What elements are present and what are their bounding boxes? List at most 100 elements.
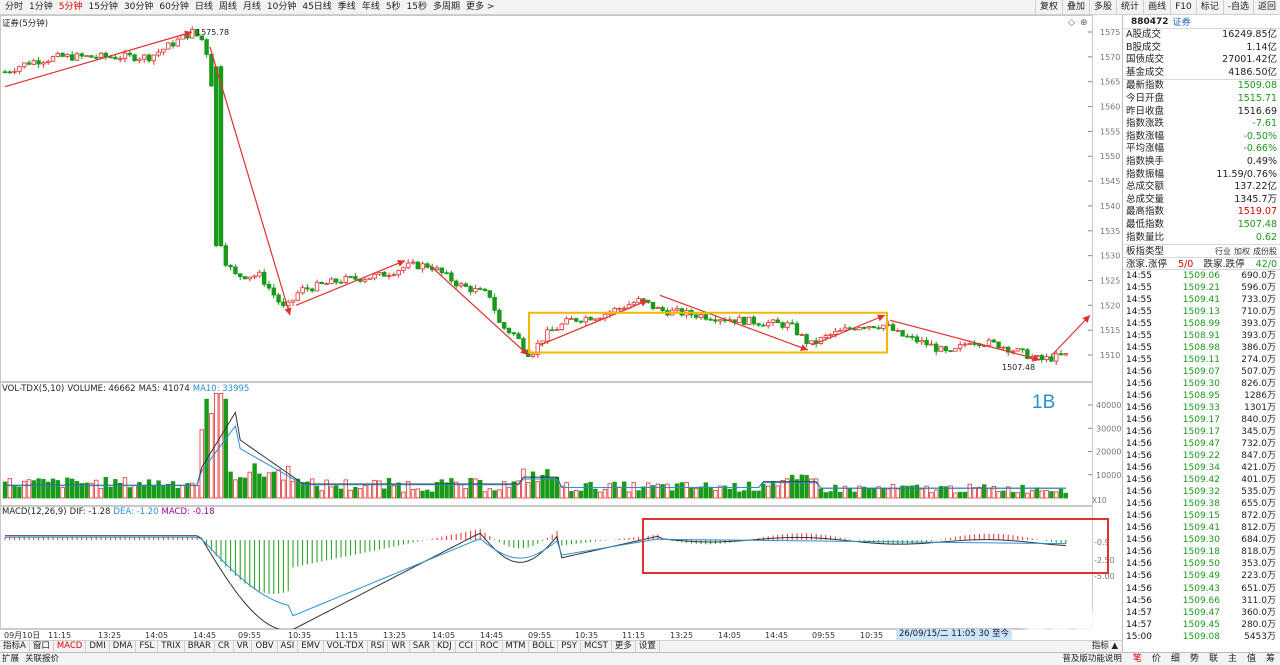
zoom-icon[interactable]: ⊕ [1080,18,1088,28]
board-link-1[interactable]: 加权 [1234,247,1250,256]
tick-list[interactable]: 14:55 1509.06 690.0万 14:55 1509.21 596.0万 14:5… [1123,270,1280,642]
indicator-tab-19[interactable]: ROC [477,641,503,652]
period-tab-1[interactable]: 1分钟 [26,0,56,15]
diamond-icon[interactable]: ◇ [1068,18,1075,28]
status-button-3[interactable]: 势 [1185,653,1204,665]
quote-value: 4186.50亿 [1228,66,1277,78]
tool-button-6[interactable]: 标记 [1195,0,1223,15]
indicator-tab-4[interactable]: DMA [110,641,137,652]
tool-button-1[interactable]: 叠加 [1062,0,1089,15]
volume-bar [775,485,780,499]
period-tab-8[interactable]: 月线 [240,0,264,15]
volume-chart[interactable]: 40000 30000 20000 10000 [0,382,1122,506]
period-tab-2[interactable]: 5分钟 [56,0,86,15]
period-tab-7[interactable]: 周线 [216,0,240,15]
indicator-tab-2[interactable]: MACD [54,641,87,652]
indicator-tab-8[interactable]: CR [215,641,234,652]
volume-bar [7,478,12,499]
indicator-tab-13[interactable]: VOL-TDX [324,641,368,652]
indicator-tab-15[interactable]: WR [388,641,410,652]
macd-histogram [4,528,1067,595]
candle-body [189,29,195,39]
candle-body [919,339,924,343]
indicator-tab-16[interactable]: SAR [410,641,434,652]
status-left-item-0[interactable]: 扩展 [2,653,19,665]
tick-row: 14:55 1509.06 690.0万 [1123,270,1280,282]
period-tab-3[interactable]: 15分钟 [85,0,120,15]
volume-bar [1025,492,1030,499]
status-button-2[interactable]: 细 [1166,653,1185,665]
period-tab-12[interactable]: 年线 [359,0,383,15]
indicator-tab-12[interactable]: EMV [298,641,324,652]
period-tab-11[interactable]: 季线 [335,0,359,15]
indicator-tab-18[interactable]: CCI [456,641,477,652]
indicator-tab-24[interactable]: 更多 [612,641,636,652]
status-button-1[interactable]: 价 [1147,653,1166,665]
period-tab-16[interactable]: 更多 > [463,0,497,15]
tool-button-5[interactable]: F10 [1170,0,1196,15]
index-name[interactable]: 证券 [1173,15,1191,28]
macd-chart[interactable]: -0.9-2.50-5.00 [0,506,1122,629]
candle-body [458,283,464,287]
volume-bar [521,468,526,499]
indicator-tab-0[interactable]: 指标A [0,641,30,652]
candle-body [799,334,804,336]
feature-guide-link[interactable]: 普及版功能说明 [1056,653,1128,665]
tool-button-2[interactable]: 多股 [1089,0,1116,15]
indicator-tab-5[interactable]: FSL [136,641,159,652]
tool-button-4[interactable]: 画线 [1143,0,1170,15]
tool-button-3[interactable]: 统计 [1116,0,1143,15]
indicator-tab-9[interactable]: VR [234,641,253,652]
tool-button-0[interactable]: 复权 [1035,0,1062,15]
indicator-tab-14[interactable]: RSI [368,641,389,652]
quote-label: 指数振幅 [1126,168,1165,180]
indicator-tab-25[interactable]: 设置 [636,641,660,652]
indicator-tab-6[interactable]: TRIX [158,641,185,652]
candle-body [141,54,147,60]
period-tab-15[interactable]: 多周期 [430,0,463,15]
candle-body [444,272,449,275]
period-tab-6[interactable]: 日线 [192,0,216,15]
indicator-tab-10[interactable]: OBV [252,641,278,652]
indicator-tab-7[interactable]: BRAR [185,641,215,652]
tool-button-7[interactable]: -自选 [1222,0,1253,15]
volume-bar [698,486,704,499]
indicator-menu-button[interactable]: 指标 ▲ [1092,641,1118,652]
indicator-tab-21[interactable]: BOLL [529,641,559,652]
status-left-item-1[interactable]: 关联报价 [25,653,59,665]
period-tab-9[interactable]: 10分钟 [264,0,299,15]
indicator-tab-17[interactable]: KDJ [434,641,456,652]
macd-frame [0,506,1093,629]
indicator-tab-1[interactable]: 窗口 [30,641,54,652]
volume-bar [578,490,584,499]
tool-button-8[interactable]: 返回 [1252,0,1280,15]
indicator-tab-11[interactable]: ASI [278,641,299,652]
candlestick-chart[interactable]: 1575 1570 1565 1560 1555 1550 1545 1540 1535 1530… [0,15,1122,382]
board-link-2[interactable]: 成份股 [1253,247,1277,256]
candle-body [482,288,488,292]
period-tab-14[interactable]: 15秒 [404,0,430,15]
indicator-tab-22[interactable]: PSY [558,641,581,652]
volume-bar [631,482,636,499]
period-tab-0[interactable]: 分时 [2,0,26,15]
period-tab-5[interactable]: 60分钟 [156,0,191,15]
indicator-tab-20[interactable]: MTM [503,641,530,652]
status-button-5[interactable]: 主 [1223,653,1242,665]
status-button-7[interactable]: 筹 [1261,653,1280,665]
tick-time: 14:56 [1126,403,1152,414]
period-tab-4[interactable]: 30分钟 [121,0,156,15]
indicator-tab-3[interactable]: DMI [86,641,110,652]
tick-volume: 733.0万 [1241,295,1276,306]
tick-time: 14:55 [1126,343,1152,354]
period-tab-10[interactable]: 45日线 [299,0,334,15]
board-link-0[interactable]: 行业 [1215,247,1231,256]
indicator-tab-23[interactable]: MCST [581,641,612,652]
quote-row: 指数量比 0.62 [1123,232,1280,245]
status-button-4[interactable]: 联 [1204,653,1223,665]
tick-volume: 872.0万 [1241,511,1276,522]
period-tab-13[interactable]: 5秒 [383,0,404,15]
status-button-6[interactable]: 值 [1242,653,1261,665]
tick-time: 15:00 [1126,631,1152,642]
status-button-0[interactable]: 笔 [1128,653,1147,665]
quote-row: A股成交 16249.85亿 [1123,29,1280,42]
